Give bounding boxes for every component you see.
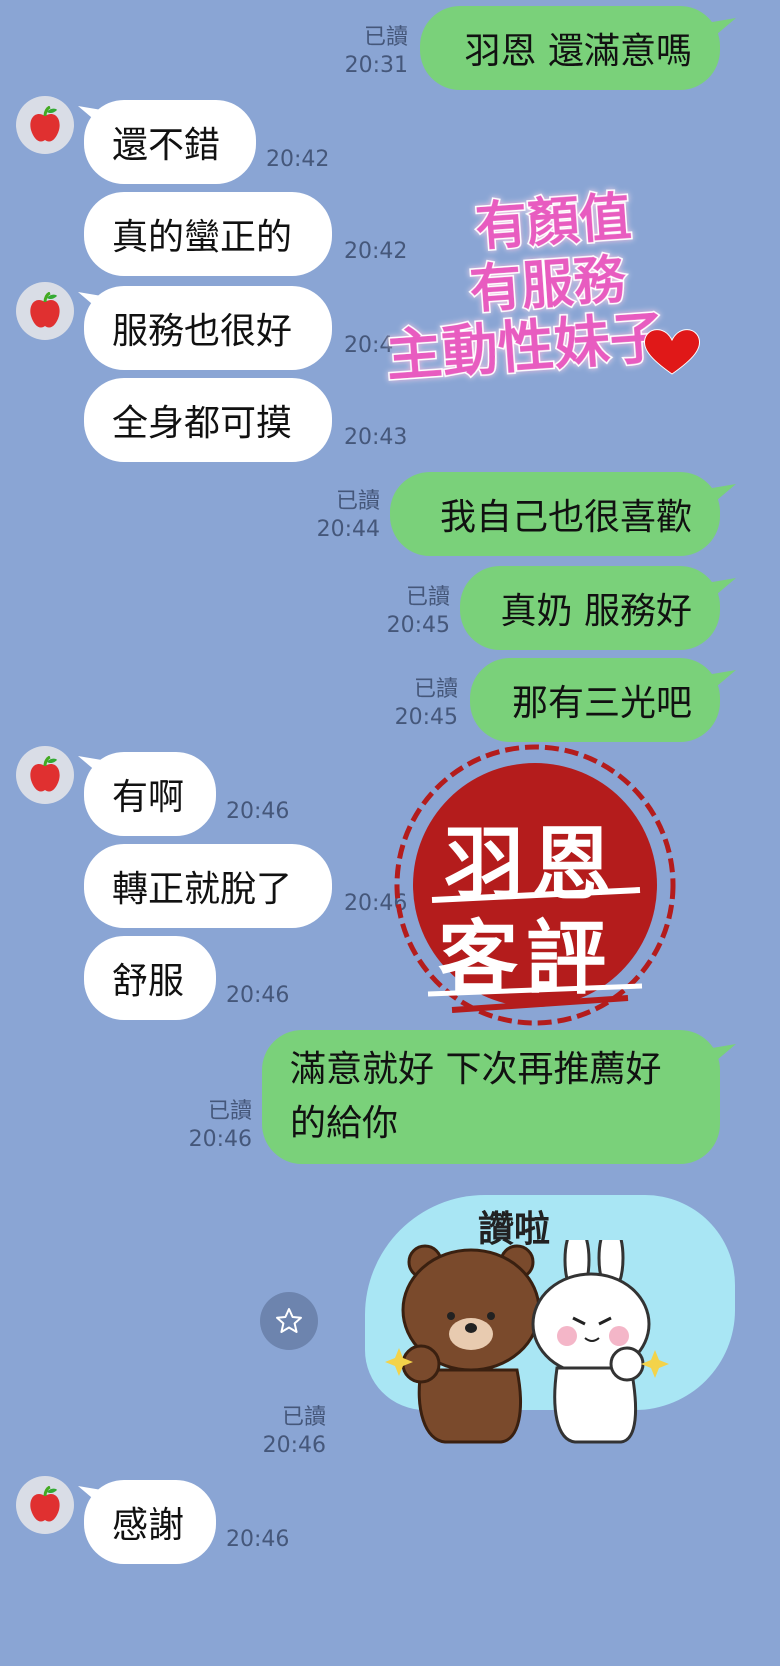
message-text: 有啊 [112,777,185,818]
incoming-message[interactable]: 真的蠻正的 [84,192,332,276]
message-text: 轉正就脫了 [112,869,293,910]
outgoing-message[interactable]: 真奶 服務好 [460,566,720,650]
bear-bunny-sticker[interactable] [385,1240,685,1450]
read-receipt: 已讀 [207,1099,252,1124]
outgoing-message[interactable]: 羽恩 還滿意嗎 [420,6,720,90]
contact-avatar[interactable] [16,1476,74,1534]
message-meta: 已讀 20:31 [345,24,408,80]
read-receipt: 已讀 [363,25,408,50]
outgoing-message[interactable]: 滿意就好 下次再推薦好的給你 [262,1030,720,1164]
apple-icon [30,1486,60,1522]
incoming-message[interactable]: 服務也很好 [84,286,332,370]
read-receipt: 已讀 [413,677,458,702]
read-receipt: 已讀 [335,489,380,514]
contact-avatar[interactable] [16,96,74,154]
bunny-figure [531,1240,651,1444]
apple-icon [30,292,60,328]
message-time: 20:46 [188,1127,252,1152]
favorite-sticker-button[interactable] [260,1292,318,1350]
outgoing-message[interactable]: 我自己也很喜歡 [390,472,720,556]
read-receipt: 已讀 [405,585,450,610]
promo-line-1: 有顏值 [473,188,633,259]
star-icon [276,1308,302,1333]
message-time: 20:44 [316,517,380,542]
message-text: 感謝 [112,1505,185,1546]
contact-avatar[interactable] [16,282,74,340]
apple-icon [30,756,60,792]
message-time: 20:45 [386,613,450,638]
message-text: 舒服 [112,961,185,1002]
promo-line-3: 主動性妹子 [384,305,668,389]
incoming-message[interactable]: 全身都可摸 [84,378,332,462]
message-text: 全身都可摸 [112,403,293,444]
message-text: 那有三光吧 [511,683,692,724]
incoming-message[interactable]: 感謝 [84,1480,216,1564]
read-receipt: 已讀 [281,1405,326,1430]
seal-line-2: 客評 [438,911,614,1005]
message-text: 真奶 服務好 [500,591,692,632]
bear-figure [401,1244,541,1444]
message-time: 20:46 [226,1527,290,1552]
message-text: 羽恩 還滿意嗎 [464,31,692,72]
incoming-message[interactable]: 舒服 [84,936,216,1020]
incoming-message[interactable]: 轉正就脫了 [84,844,332,928]
contact-avatar[interactable] [16,746,74,804]
message-time: 20:45 [394,705,458,730]
apple-icon [30,106,60,142]
bubble-tail [710,1044,736,1066]
message-text: 真的蠻正的 [112,217,293,258]
message-text: 我自己也很喜歡 [439,497,692,538]
message-text: 服務也很好 [112,311,293,352]
chat-area[interactable]: 已讀 20:31 羽恩 還滿意嗎 還不錯 20:42 真的蠻正的 20:42 服… [0,0,780,1666]
sparkle-icon [641,1350,669,1378]
message-meta: 已讀 20:45 [387,584,450,640]
message-time: 20:42 [266,147,330,172]
message-text: 還不錯 [112,125,221,166]
message-time: 20:43 [344,425,408,450]
message-meta: 已讀 20:46 [189,1098,252,1154]
message-meta: 已讀 20:45 [395,676,458,732]
message-time: 20:46 [262,1433,326,1458]
outgoing-message[interactable]: 那有三光吧 [470,658,720,742]
promo-overlay: 有顏值 有服務 主動性妹子 [383,186,700,391]
message-time: 20:46 [226,799,290,824]
review-seal: 羽恩 客評 [392,742,678,1028]
incoming-message[interactable]: 有啊 [84,752,216,836]
message-meta: 已讀 20:44 [317,488,380,544]
message-time: 20:31 [344,53,408,78]
message-text: 滿意就好 下次再推薦好的給你 [290,1049,662,1144]
message-meta: 已讀 20:46 [263,1404,326,1460]
incoming-message[interactable]: 還不錯 [84,100,256,184]
message-time: 20:46 [226,983,290,1008]
